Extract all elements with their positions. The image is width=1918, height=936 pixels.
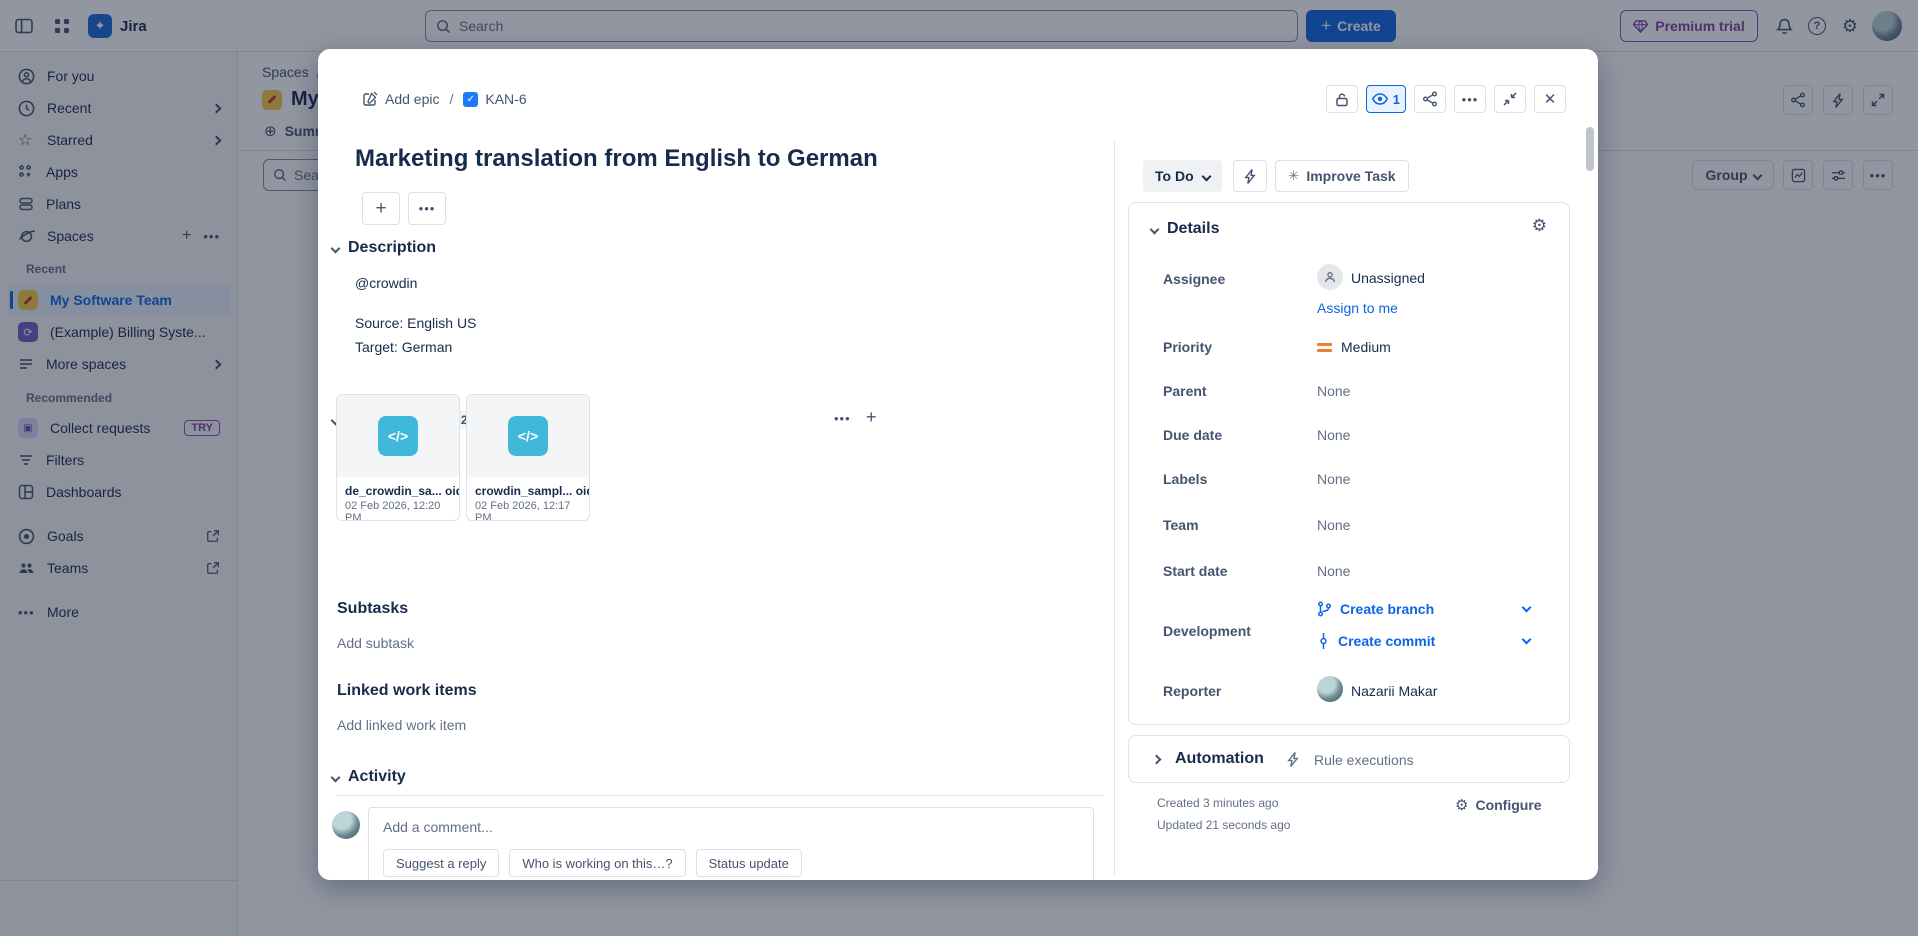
- automation-lightning-icon[interactable]: [1233, 160, 1267, 192]
- add-content-button[interactable]: +: [362, 192, 400, 225]
- attachment-card[interactable]: </> de_crowdin_sa... oid.xml 02 Feb 2026…: [336, 394, 460, 521]
- modal-scrollbar[interactable]: [1586, 127, 1594, 171]
- chevron-down-icon: [1201, 171, 1211, 181]
- created-timestamp: Created 3 minutes ago: [1157, 796, 1278, 810]
- task-type-icon: ✓: [463, 92, 478, 107]
- details-panel: Details ⚙ Assignee Unassigned Assign to …: [1128, 202, 1570, 725]
- comment-box[interactable]: Add a comment... Suggest a reply Who is …: [368, 807, 1094, 880]
- column-divider: [1114, 141, 1115, 875]
- reporter-avatar: [1317, 676, 1343, 702]
- configure-button[interactable]: ⚙ Configure: [1455, 796, 1542, 814]
- add-linked-item-field[interactable]: Add linked work item: [337, 717, 466, 733]
- issue-breadcrumb: Add epic / ✓ KAN-6: [362, 85, 527, 113]
- description-section-header[interactable]: Description: [332, 239, 436, 257]
- sparkle-icon: ✳: [1288, 168, 1299, 184]
- activity-divider: [337, 795, 1103, 796]
- issue-title[interactable]: Marketing translation from English to Ge…: [355, 145, 1255, 173]
- commit-icon: [1317, 633, 1330, 649]
- description-target: Target: German: [355, 335, 452, 359]
- labels-value[interactable]: None: [1317, 471, 1350, 487]
- quick-replies: Suggest a reply Who is working on this…?…: [383, 849, 1079, 877]
- create-commit-button[interactable]: Create commit: [1317, 633, 1435, 649]
- quick-reply-working[interactable]: Who is working on this…?: [509, 849, 685, 877]
- rule-executions-label: Rule executions: [1314, 752, 1414, 768]
- title-more-button[interactable]: •••: [408, 192, 446, 225]
- branch-icon: [1317, 601, 1332, 617]
- eye-icon: [1372, 93, 1388, 105]
- chevron-right-icon: [1152, 755, 1162, 765]
- issue-key-link[interactable]: ✓ KAN-6: [463, 91, 526, 107]
- lightning-icon: [1287, 752, 1300, 767]
- title-actions: + •••: [362, 192, 446, 225]
- attachments-add-icon[interactable]: +: [866, 407, 877, 428]
- chevron-down-icon: [331, 243, 341, 253]
- watch-count: 1: [1393, 92, 1400, 107]
- quick-reply-suggest[interactable]: Suggest a reply: [383, 849, 499, 877]
- xml-file-icon: </>: [508, 416, 548, 456]
- team-value[interactable]: None: [1317, 517, 1350, 533]
- attachments-more-icon[interactable]: •••: [834, 411, 851, 426]
- activity-section-header[interactable]: Activity: [332, 768, 406, 786]
- linked-items-heading: Linked work items: [337, 682, 477, 700]
- issue-modal: Add epic / ✓ KAN-6 1 ••• ✕: [318, 49, 1598, 880]
- add-subtask-field[interactable]: Add subtask: [337, 635, 414, 651]
- reporter-value[interactable]: Nazarii Makar: [1351, 683, 1437, 699]
- branch-options-chevron[interactable]: [1522, 603, 1532, 613]
- chevron-down-icon: [1150, 224, 1160, 234]
- quick-reply-status[interactable]: Status update: [696, 849, 802, 877]
- attachment-preview: </>: [337, 395, 459, 477]
- gear-icon: ⚙: [1455, 796, 1468, 814]
- priority-medium-icon: [1317, 343, 1332, 352]
- more-actions-icon[interactable]: •••: [1454, 85, 1486, 113]
- priority-value[interactable]: Medium: [1341, 339, 1391, 355]
- chevron-down-icon: [331, 772, 341, 782]
- share-icon[interactable]: [1414, 85, 1446, 113]
- description-source: Source: English US: [355, 311, 476, 335]
- xml-file-icon: </>: [378, 416, 418, 456]
- details-header[interactable]: Details: [1151, 220, 1219, 238]
- parent-value[interactable]: None: [1317, 383, 1350, 399]
- commit-options-chevron[interactable]: [1522, 635, 1532, 645]
- jira-app: ✦ Jira Search + Create Premium trial ? ⚙…: [0, 0, 1918, 936]
- details-settings-gear-icon[interactable]: ⚙: [1532, 216, 1547, 236]
- description-mention[interactable]: @crowdin: [355, 275, 417, 291]
- close-icon[interactable]: ✕: [1534, 85, 1566, 113]
- modal-toolbar: 1 ••• ✕: [1326, 85, 1566, 113]
- attachment-preview: </>: [467, 395, 589, 477]
- create-branch-button[interactable]: Create branch: [1317, 601, 1434, 617]
- improve-task-button[interactable]: ✳ Improve Task: [1275, 160, 1409, 192]
- edit-square-icon: [362, 91, 378, 107]
- attachment-card[interactable]: </> crowdin_sampl... oid.xml 02 Feb 2026…: [466, 394, 590, 521]
- unassigned-avatar-icon: [1317, 264, 1343, 290]
- automation-panel[interactable]: Automation Rule executions: [1128, 735, 1570, 783]
- start-date-value[interactable]: None: [1317, 563, 1350, 579]
- watch-button[interactable]: 1: [1366, 85, 1406, 113]
- lock-icon[interactable]: [1326, 85, 1358, 113]
- collapse-icon[interactable]: [1494, 85, 1526, 113]
- updated-timestamp: Updated 21 seconds ago: [1157, 818, 1290, 832]
- assign-to-me-link[interactable]: Assign to me: [1317, 300, 1398, 316]
- assignee-value[interactable]: Unassigned: [1351, 270, 1425, 286]
- status-dropdown[interactable]: To Do: [1143, 160, 1222, 192]
- subtasks-heading: Subtasks: [337, 600, 408, 618]
- comment-avatar: [332, 811, 360, 839]
- add-epic-button[interactable]: Add epic: [362, 91, 439, 107]
- due-date-value[interactable]: None: [1317, 427, 1350, 443]
- comment-placeholder: Add a comment...: [383, 819, 1079, 835]
- automation-heading: Automation: [1175, 750, 1264, 768]
